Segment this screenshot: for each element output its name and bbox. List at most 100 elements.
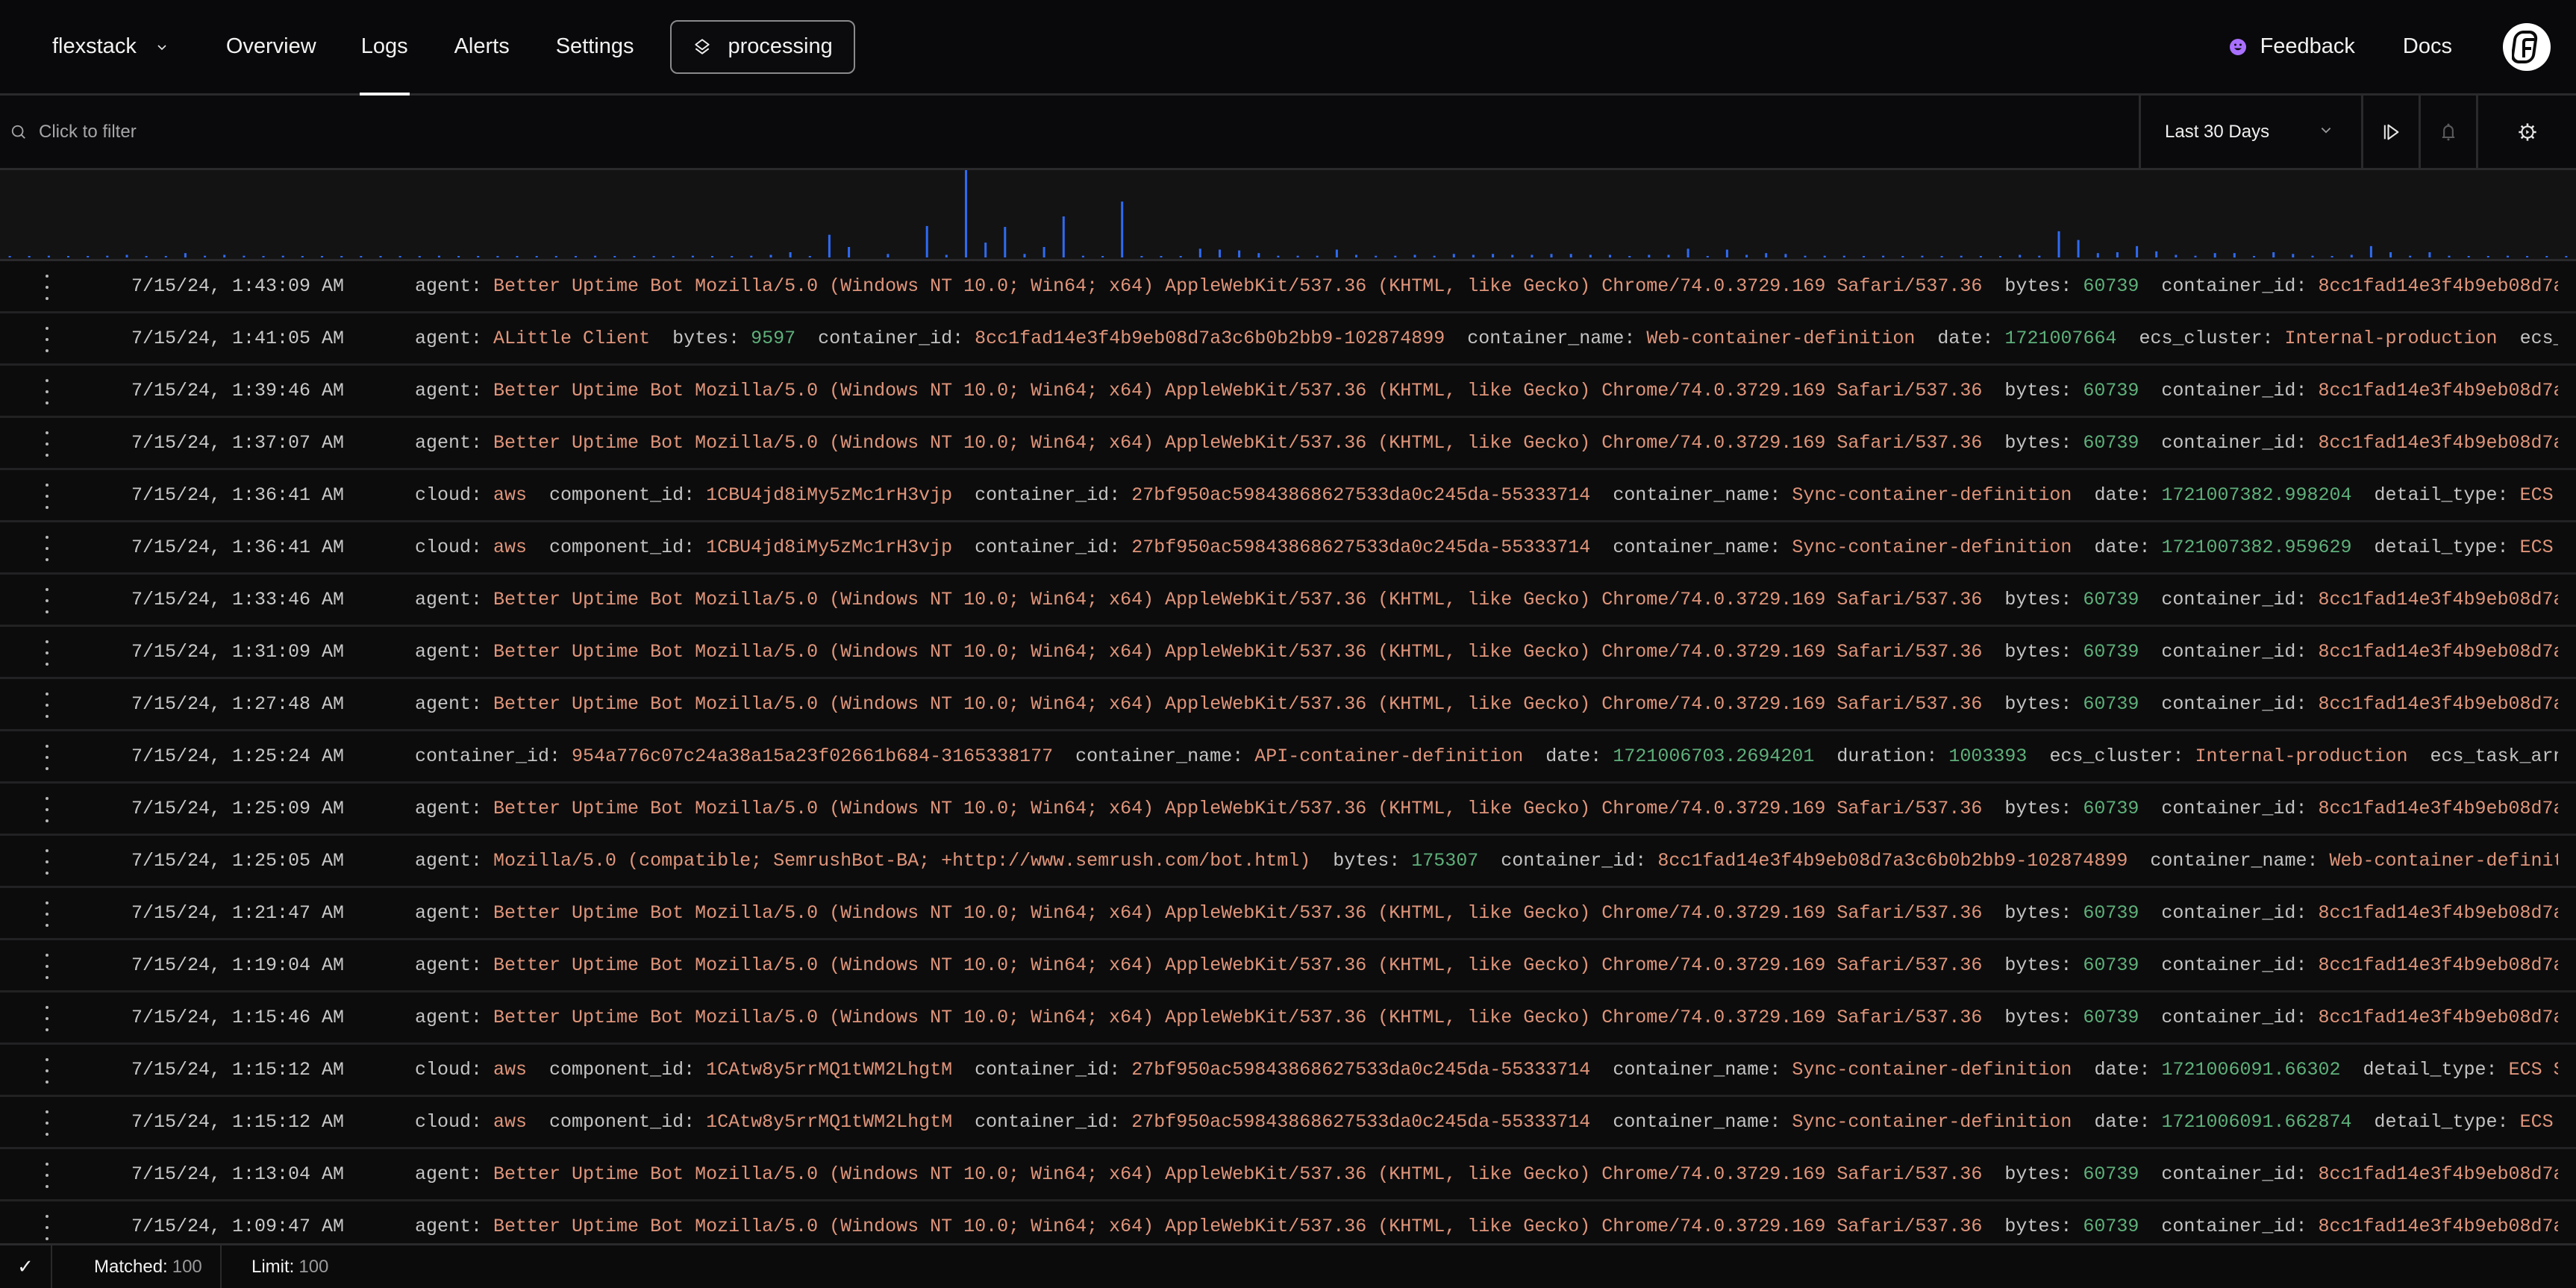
field-value[interactable]: Web-container-definition	[1646, 328, 1915, 349]
field-key[interactable]: detail_type	[2375, 1111, 2498, 1133]
field-key[interactable]: agent	[415, 328, 471, 349]
histogram-bar[interactable]	[594, 255, 597, 257]
field-key[interactable]: bytes	[2004, 589, 2060, 610]
field-value[interactable]: API-container-definition	[1254, 745, 1523, 767]
histogram-bar[interactable]	[808, 256, 811, 257]
histogram-bar[interactable]	[340, 256, 343, 257]
field-key[interactable]: container_name	[1613, 1111, 1769, 1133]
histogram-bar[interactable]	[1316, 255, 1319, 257]
histogram-bar[interactable]	[398, 256, 401, 257]
field-key[interactable]: container_name	[1467, 328, 1624, 349]
field-key[interactable]: container_id	[2161, 1007, 2295, 1028]
field-value[interactable]: 60739	[2083, 641, 2139, 663]
row-menu-icon[interactable]	[36, 1006, 58, 1031]
histogram-bar[interactable]	[87, 256, 90, 257]
histogram-bar[interactable]	[633, 256, 636, 257]
log-row[interactable]: 7/15/24, 1:33:46 AM agent: Better Uptime …	[0, 575, 2576, 627]
row-menu-icon[interactable]	[36, 1110, 58, 1136]
histogram-bar[interactable]	[145, 256, 148, 257]
histogram-bar[interactable]	[848, 247, 851, 257]
histogram-bar[interactable]	[1901, 256, 1904, 257]
field-key[interactable]: container_name	[1613, 537, 1769, 558]
histogram-bar[interactable]	[2467, 256, 2470, 257]
field-key[interactable]: agent	[415, 1216, 471, 1237]
histogram-bar[interactable]	[321, 256, 323, 257]
histogram-bar[interactable]	[360, 256, 363, 257]
field-value[interactable]: 60739	[2083, 693, 2139, 715]
log-row[interactable]: 7/15/24, 1:36:41 AM cloud: aws component_i…	[0, 470, 2576, 522]
field-key[interactable]: container_id	[975, 484, 1109, 506]
field-value[interactable]: Better Uptime Bot Mozilla/5.0 (Windows N…	[493, 589, 1982, 610]
histogram-bar[interactable]	[184, 253, 187, 258]
histogram-bar[interactable]	[887, 254, 890, 257]
row-menu-icon[interactable]	[36, 797, 58, 822]
field-value[interactable]: 8cc1fad14e3f4b9eb08d7a3c6b0b2bb9-1028748…	[2318, 1163, 2558, 1185]
histogram-bar[interactable]	[2019, 254, 2022, 258]
histogram-bar[interactable]	[223, 254, 226, 258]
histogram-bar[interactable]	[1394, 255, 1397, 257]
field-key[interactable]: date	[1545, 745, 1590, 767]
field-key[interactable]: agent	[415, 432, 471, 454]
histogram-bar[interactable]	[1706, 256, 1709, 257]
field-key[interactable]: container_id	[2161, 1163, 2295, 1185]
field-value[interactable]: Mozilla/5.0 (compatible; SemrushBot-BA; …	[493, 850, 1310, 872]
histogram-bar[interactable]	[1492, 254, 1495, 257]
field-key[interactable]: ecs_task_arn	[2520, 328, 2558, 349]
histogram-bar[interactable]	[1999, 256, 2001, 257]
field-value[interactable]: Better Uptime Bot Mozilla/5.0 (Windows N…	[493, 1007, 1982, 1028]
field-key[interactable]: bytes	[672, 328, 728, 349]
field-value[interactable]: 1CBU4jd8iMy5zMc1rH3vjp	[706, 484, 952, 506]
field-value[interactable]: 1721007382.998204	[2161, 484, 2351, 506]
field-value[interactable]: 60739	[2083, 1216, 2139, 1237]
field-value[interactable]: 1721006091.662874	[2161, 1111, 2351, 1133]
histogram-bar[interactable]	[750, 255, 753, 257]
field-value[interactable]: 1CBU4jd8iMy5zMc1rH3vjp	[706, 537, 952, 558]
field-key[interactable]: agent	[415, 902, 471, 924]
log-row[interactable]: 7/15/24, 1:25:05 AM agent: Mozilla/5.0 (c…	[0, 836, 2576, 888]
field-key[interactable]: bytes	[2004, 380, 2060, 401]
histogram-bar[interactable]	[1198, 248, 1201, 257]
field-value[interactable]: 175307	[1411, 850, 1478, 872]
field-value[interactable]: 8cc1fad14e3f4b9eb08d7a3c6b0b2bb9-1028748…	[2318, 275, 2558, 297]
field-value[interactable]: 8cc1fad14e3f4b9eb08d7a3c6b0b2bb9-1028748…	[2318, 589, 2558, 610]
alerts-bell-button[interactable]	[2419, 96, 2476, 168]
feedback-button[interactable]: Feedback	[2229, 34, 2355, 59]
log-row[interactable]: 7/15/24, 1:41:05 AM agent: ALittle Client…	[0, 313, 2576, 366]
field-key[interactable]: agent	[415, 954, 471, 976]
environment-button[interactable]: processing	[669, 19, 855, 74]
histogram-bar[interactable]	[691, 255, 694, 257]
field-key[interactable]: ecs_cluster	[2049, 745, 2172, 767]
field-key[interactable]: container_name	[1075, 745, 1232, 767]
field-value[interactable]: Web-container-definition	[2329, 850, 2558, 872]
row-menu-icon[interactable]	[36, 1215, 58, 1240]
histogram-bar[interactable]	[2175, 254, 2178, 258]
field-key[interactable]: container_name	[2150, 850, 2307, 872]
histogram-bar[interactable]	[1355, 254, 1357, 258]
histogram-bar[interactable]	[2389, 252, 2392, 257]
histogram-bar[interactable]	[243, 255, 246, 257]
field-value[interactable]: 8cc1fad14e3f4b9eb08d7a3c6b0b2bb9-1028748…	[2318, 641, 2558, 663]
histogram-bar[interactable]	[1550, 254, 1553, 257]
field-key[interactable]: container_id	[2161, 1216, 2295, 1237]
field-key[interactable]: agent	[415, 693, 471, 715]
field-value[interactable]: 1721007664	[2004, 328, 2116, 349]
row-menu-icon[interactable]	[36, 327, 58, 352]
nav-logs[interactable]: Logs	[359, 0, 410, 96]
histogram-bar[interactable]	[613, 256, 616, 257]
field-value[interactable]: Better Uptime Bot Mozilla/5.0 (Windows N…	[493, 1163, 1982, 1185]
field-key[interactable]: date	[1937, 328, 1982, 349]
histogram-bar[interactable]	[652, 256, 655, 257]
field-key[interactable]: agent	[415, 589, 471, 610]
histogram-bar[interactable]	[2038, 255, 2041, 257]
histogram-bar[interactable]	[2116, 252, 2119, 257]
histogram-bar[interactable]	[1628, 256, 1631, 257]
log-row[interactable]: 7/15/24, 1:21:47 AM agent: Better Uptime …	[0, 888, 2576, 940]
field-value[interactable]: 60739	[2083, 380, 2139, 401]
field-value[interactable]: 1721006091.66302	[2161, 1059, 2340, 1081]
histogram-bar[interactable]	[984, 243, 987, 257]
field-key[interactable]: ecs_cluster	[2139, 328, 2262, 349]
field-value[interactable]: 9597	[751, 328, 795, 349]
nav-settings[interactable]: Settings	[556, 0, 634, 93]
histogram-bar[interactable]	[1042, 247, 1045, 257]
live-tail-button[interactable]	[2361, 96, 2419, 168]
